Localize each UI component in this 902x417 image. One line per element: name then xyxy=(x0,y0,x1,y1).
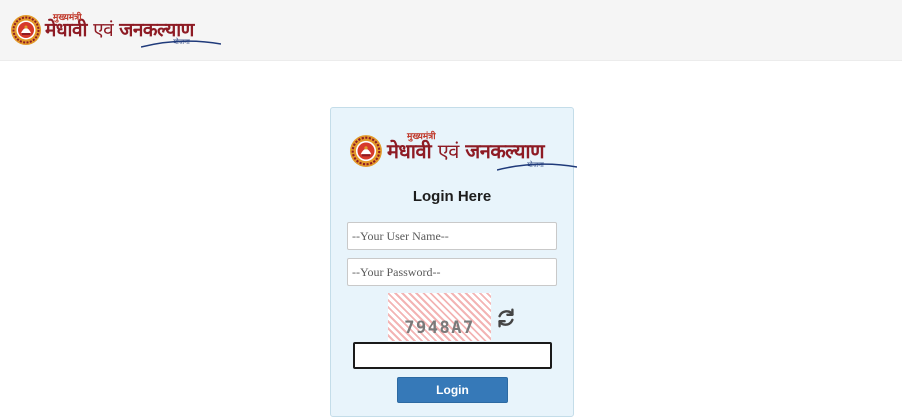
refresh-icon[interactable] xyxy=(495,307,517,329)
logo-small-text: मुख्यमंत्री xyxy=(53,13,82,23)
captcha-image: 7948A7 xyxy=(388,293,491,341)
site-header: मुख्यमंत्री मेधावी एवं जनकल्याण योजना xyxy=(0,0,902,61)
card-logo-wordmark: मुख्यमंत्री मेधावी एवं जनकल्याण योजना xyxy=(387,132,577,171)
header-logo-wordmark: मुख्यमंत्री मेधावी एवं जनकल्याण योजना xyxy=(45,12,221,48)
captcha-text: 7948A7 xyxy=(404,318,475,338)
login-button[interactable]: Login xyxy=(397,377,508,403)
password-input[interactable] xyxy=(347,258,557,286)
login-card: मुख्यमंत्री मेधावी एवं जनकल्याण योजना Lo… xyxy=(330,107,577,417)
header-logo[interactable]: मुख्यमंत्री मेधावी एवं जनकल्याण योजना xyxy=(10,12,221,48)
logo-tag-text: योजना xyxy=(527,161,544,169)
captcha-input[interactable] xyxy=(353,342,552,369)
scheme-emblem-icon xyxy=(11,15,41,45)
card-logo: मुख्यमंत्री मेधावी एवं जनकल्याण योजना xyxy=(349,132,577,171)
login-title: Login Here xyxy=(412,188,492,205)
logo-tag-text: योजना xyxy=(173,38,190,46)
logo-small-text: मुख्यमंत्री xyxy=(407,132,436,142)
scheme-emblem-icon xyxy=(350,135,382,167)
username-input[interactable] xyxy=(347,222,557,250)
